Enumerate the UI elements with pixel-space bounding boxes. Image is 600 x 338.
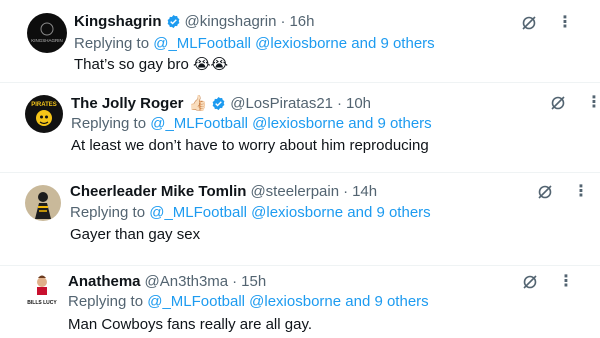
reply-text: Gayer than gay sex [70,226,201,243]
timestamp[interactable]: 10h [346,95,371,112]
thumbs-up-emoji-icon: 👍🏻 [188,95,208,112]
separator: · [232,273,238,290]
separator: · [337,94,342,112]
replying-to: Replying to @_MLFootball @lexiosborne an… [68,293,429,310]
reply-cheerleader-mike-tomlin[interactable]: Cheerleader Mike Tomlin @steelerpain · 1… [0,173,600,265]
verified-badge-icon [212,96,225,110]
replying-prefix: Replying to [68,293,144,310]
display-name[interactable]: Cheerleader Mike Tomlin [70,183,246,200]
handle[interactable]: @steelerpain [250,183,339,200]
display-name[interactable]: Anathema [68,273,141,290]
avatar[interactable]: KINGSHAGRIN [27,13,67,53]
mention-links[interactable]: @_MLFootball @lexiosborne and 9 others [149,204,430,221]
timestamp[interactable]: 14h [352,183,377,200]
avatar-logo-text: PIRATES [31,102,57,108]
grok-icon[interactable] [522,274,538,290]
reply-kingshagrin[interactable]: KINGSHAGRIN Kingshagrin @kingshagrin · 1… [0,0,600,82]
reply-the-jolly-roger[interactable]: PIRATES The Jolly Roger 👍🏻 @LosPiratas21… [0,83,600,172]
display-name[interactable]: The Jolly Roger [71,95,184,112]
reply-header: Anathema @An3th3ma · 15h [68,273,266,290]
replying-prefix: Replying to [70,204,146,221]
separator: · [280,13,286,30]
reply-actions: ⋮ [550,95,600,111]
reply-text: At least we don’t have to worry about hi… [71,137,429,154]
separator: · [343,183,349,200]
mention-links[interactable]: @_MLFootball @lexiosborne and 9 others [147,293,428,310]
timestamp[interactable]: 16h [289,13,314,30]
grok-icon[interactable] [521,15,537,31]
reply-header: The Jolly Roger 👍🏻 @LosPiratas21 · 10h [71,94,371,113]
grok-icon[interactable] [550,95,566,111]
reply-anathema[interactable]: BILLS LUCY Anathema @An3th3ma · 15h Repl… [0,266,600,338]
mention-links[interactable]: @_MLFootball @lexiosborne and 9 others [153,35,434,52]
avatar-logo-text: BILLS LUCY [27,300,57,306]
more-icon[interactable]: ⋮ [573,184,589,200]
timestamp[interactable]: 15h [241,273,266,290]
more-icon[interactable]: ⋮ [557,15,573,31]
reply-header: Kingshagrin @kingshagrin · 16h [74,13,315,30]
handle[interactable]: @LosPiratas21 [230,95,333,112]
verified-badge-icon [167,14,179,29]
avatar[interactable]: BILLS LUCY [24,272,60,308]
reply-actions: ⋮ [521,15,573,31]
replying-to: Replying to @_MLFootball @lexiosborne an… [71,115,432,132]
replying-prefix: Replying to [71,115,147,132]
reply-actions: ⋮ [537,184,589,200]
avatar[interactable]: PIRATES [25,95,63,133]
replying-to: Replying to @_MLFootball @lexiosborne an… [74,35,435,52]
more-icon[interactable]: ⋮ [558,274,574,290]
reply-actions: ⋮ [522,274,574,290]
reply-header: Cheerleader Mike Tomlin @steelerpain · 1… [70,183,377,200]
avatar[interactable] [25,185,61,221]
handle[interactable]: @An3th3ma [145,273,229,290]
display-name[interactable]: Kingshagrin [74,13,162,30]
avatar-logo-text: KINGSHAGRIN [31,38,63,43]
mention-links[interactable]: @_MLFootball @lexiosborne and 9 others [150,115,431,132]
replying-to: Replying to @_MLFootball @lexiosborne an… [70,204,431,221]
reply-text: That’s so gay bro 😭😭 [74,56,229,73]
more-icon[interactable]: ⋮ [586,95,600,111]
reply-text: Man Cowboys fans really are all gay. [68,316,312,333]
replying-prefix: Replying to [74,35,150,52]
grok-icon[interactable] [537,184,553,200]
handle[interactable]: @kingshagrin [185,13,277,30]
